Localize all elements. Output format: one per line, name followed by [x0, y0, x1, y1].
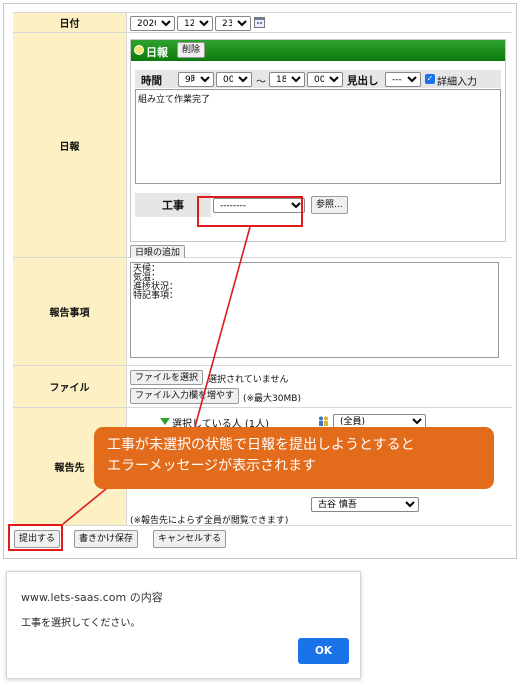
entry-bullet-icon: [134, 45, 144, 55]
alert-dialog: www.lets-saas.com の内容 工事を選択してください。 OK: [6, 571, 361, 679]
calendar-icon[interactable]: [254, 17, 265, 28]
report-row: 報告事項 天候： 気温： 進捗状況： 特記事項：: [13, 258, 512, 366]
save-draft-button[interactable]: 書きかけ保存: [74, 530, 139, 548]
month-select[interactable]: 12月: [177, 16, 213, 31]
year-select[interactable]: 2020年: [130, 16, 175, 31]
callout-line-2: エラーメッセージが表示されます: [107, 458, 317, 474]
nippo-entry-header: 日報 削除: [131, 40, 505, 61]
koji-highlight-box: [197, 196, 303, 227]
midashi-label: 見出し: [347, 75, 379, 87]
report-textarea[interactable]: 天候： 気温： 進捗状況： 特記事項：: [130, 262, 499, 358]
nippo-entry-title: 日報: [146, 46, 168, 59]
koji-row: 工事 -------- 参照...: [135, 193, 501, 217]
detail-input-label: 詳細入力: [437, 77, 477, 88]
date-row: 日付 2020年 12月 23日: [13, 12, 512, 33]
file-label: ファイル: [13, 366, 127, 407]
midashi-select[interactable]: ----: [385, 72, 421, 87]
alert-dialog-title: www.lets-saas.com の内容: [21, 591, 163, 604]
submit-highlight-box: [8, 524, 63, 551]
delete-entry-button[interactable]: 削除: [177, 42, 206, 58]
max-size-note: (※最大30MB): [243, 394, 301, 404]
koji-reference-button[interactable]: 参照...: [311, 196, 348, 214]
file-value-cell: ファイルを選択 選択されていません ファイル入力欄を増やす (※最大30MB): [128, 366, 512, 407]
nippo-value-cell: 日報 削除 時間 9時 00分 〜 18時 00分 見出し ---- ✓ 詳細入…: [128, 33, 512, 261]
nippo-label: 日報: [13, 33, 127, 257]
cancel-button[interactable]: キャンセルする: [153, 530, 227, 548]
add-file-field-button[interactable]: ファイル入力欄を増やす: [130, 388, 240, 404]
alert-dialog-message: 工事を選択してください。: [21, 618, 141, 629]
annotation-callout: 工事が未選択の状態で日報を提出しようとすると エラーメッセージが表示されます: [94, 427, 494, 489]
date-value-cell: 2020年 12月 23日: [128, 13, 512, 32]
ok-button[interactable]: OK: [298, 638, 349, 664]
file-row: ファイル ファイルを選択 選択されていません ファイル入力欄を増やす (※最大3…: [13, 366, 512, 408]
triangle-down-icon: [160, 418, 170, 425]
day-select[interactable]: 23日: [215, 16, 251, 31]
time-range-separator: 〜: [256, 77, 266, 88]
nippo-body-textarea[interactable]: 組み立て作業完了: [135, 89, 501, 184]
end-hour-select[interactable]: 18時: [269, 72, 305, 87]
person-select[interactable]: 古谷 慎吾: [311, 497, 419, 512]
end-minute-select[interactable]: 00分: [307, 72, 343, 87]
nippo-entry-box: 日報 削除 時間 9時 00分 〜 18時 00分 見出し ---- ✓ 詳細入…: [130, 39, 506, 242]
detail-input-checkbox[interactable]: ✓: [425, 74, 435, 84]
no-file-text: 選択されていません: [208, 375, 289, 385]
people-group-icon: [318, 416, 330, 426]
time-label: 時間: [141, 75, 162, 87]
date-label: 日付: [13, 13, 127, 32]
report-value-cell: 天候： 気温： 進捗状況： 特記事項：: [128, 258, 512, 365]
start-minute-select[interactable]: 00分: [216, 72, 252, 87]
recipients-note: (※報告先によらず全員が閲覧できます): [130, 516, 289, 526]
start-hour-select[interactable]: 9時: [178, 72, 214, 87]
choose-file-button[interactable]: ファイルを選択: [130, 370, 204, 385]
time-row: 時間 9時 00分 〜 18時 00分 見出し ---- ✓ 詳細入力: [135, 70, 501, 88]
callout-line-1: 工事が未選択の状態で日報を提出しようとすると: [107, 437, 415, 453]
report-label: 報告事項: [13, 258, 127, 365]
